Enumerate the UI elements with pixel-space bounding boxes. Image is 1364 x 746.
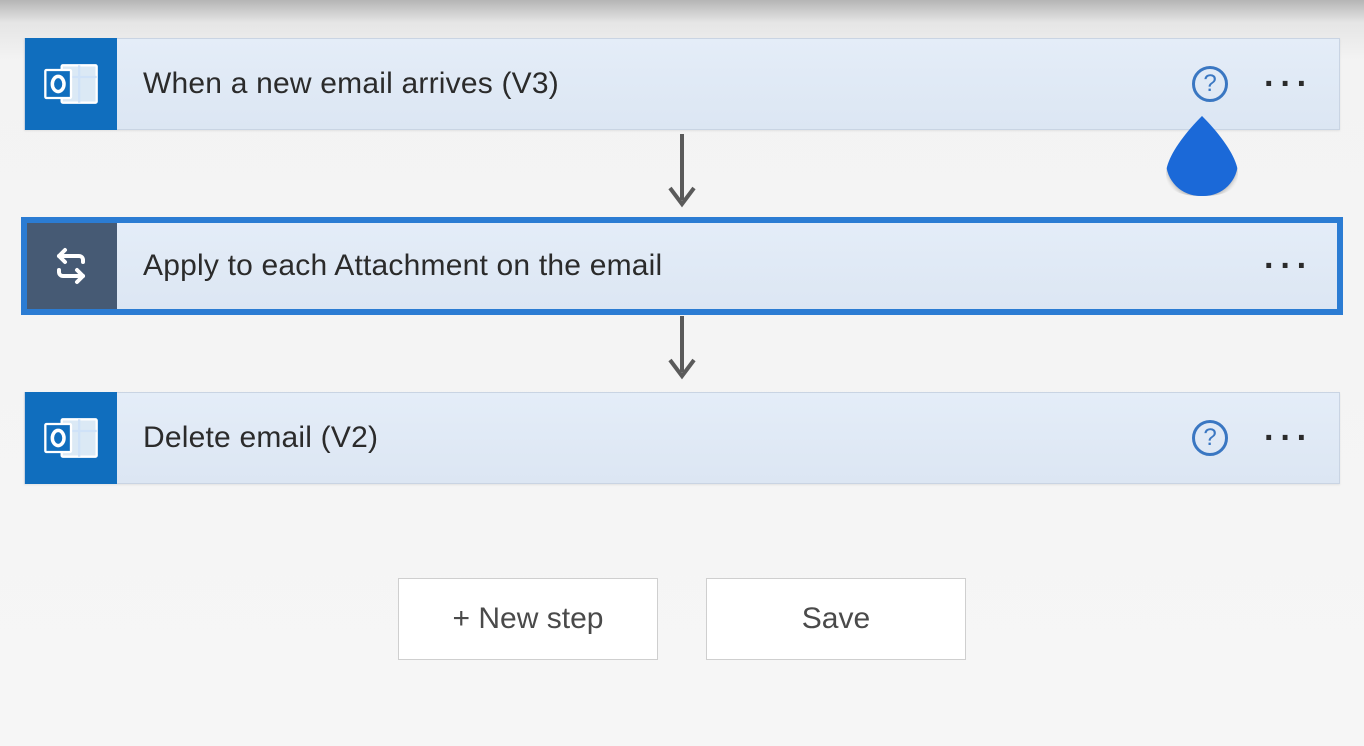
outlook-icon — [25, 392, 117, 484]
more-options-button[interactable]: ··· — [1264, 258, 1339, 275]
outlook-icon — [25, 38, 117, 130]
action-card-delete-email[interactable]: Delete email (V2) ? ··· — [24, 392, 1340, 484]
flow-connector — [24, 130, 1340, 220]
footer-actions: + New step Save — [24, 578, 1340, 660]
flow-connector — [24, 312, 1340, 392]
step-title: When a new email arrives (V3) — [117, 67, 1192, 101]
flow-designer-canvas: When a new email arrives (V3) ? ··· Appl… — [0, 0, 1364, 746]
loop-icon — [25, 220, 117, 312]
save-button[interactable]: Save — [706, 578, 966, 660]
new-step-button[interactable]: + New step — [398, 578, 658, 660]
more-options-button[interactable]: ··· — [1264, 76, 1339, 93]
more-options-button[interactable]: ··· — [1264, 430, 1339, 447]
step-title: Delete email (V2) — [117, 421, 1192, 455]
step-title: Apply to each Attachment on the email — [117, 249, 1264, 283]
help-icon[interactable]: ? — [1192, 420, 1228, 456]
help-icon[interactable]: ? — [1192, 66, 1228, 102]
action-card-apply-to-each[interactable]: Apply to each Attachment on the email ··… — [24, 220, 1340, 312]
trigger-card-email-arrives[interactable]: When a new email arrives (V3) ? ··· — [24, 38, 1340, 130]
